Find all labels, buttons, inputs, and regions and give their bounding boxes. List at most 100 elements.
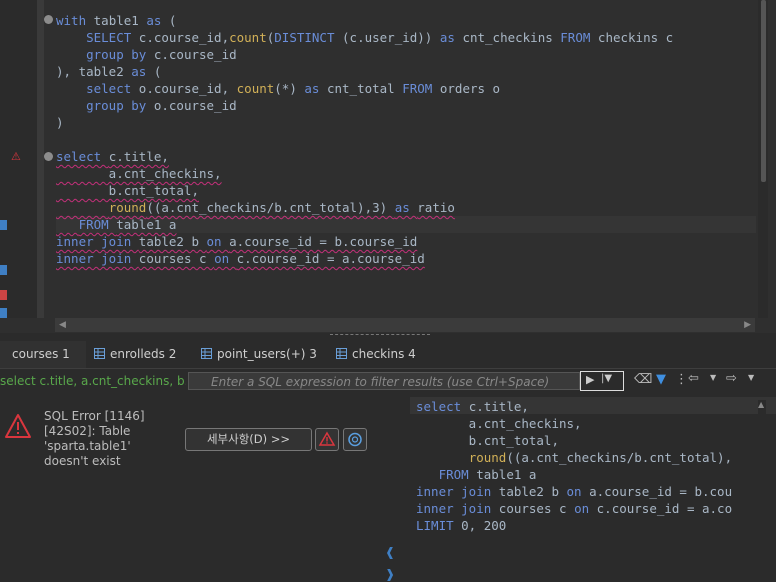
code-token: o.course_id,: [138, 81, 237, 96]
tab-label: point_users(+) 3: [217, 347, 317, 361]
error-icon: [5, 414, 31, 438]
details-button[interactable]: 세부사항(D) >>: [185, 428, 312, 451]
tab-label: checkins 4: [352, 347, 416, 361]
code-token: count: [229, 30, 267, 45]
sql-editor[interactable]: ⚠ with table1 as ( SELECT c.course_id,co…: [0, 0, 776, 333]
code-token: on: [206, 234, 230, 249]
error-panel: SQL Error [1146] [42S02]: Table 'sparta.…: [0, 395, 385, 582]
side-toolbar-icon[interactable]: [0, 220, 7, 230]
code-token: ((a.cnt_checkins/b.cnt_total),: [506, 450, 733, 465]
table-icon: [94, 348, 105, 359]
forward-icon[interactable]: ⇨: [726, 371, 737, 386]
code-token: courses c: [138, 251, 215, 266]
editor-line: select o.course_id, count(*) as cnt_tota…: [56, 80, 673, 97]
code-token: ((a.cnt_checkins/b.cnt_total),3): [146, 200, 395, 215]
filter-input[interactable]: Enter a SQL expression to filter results…: [188, 372, 580, 390]
vertical-scrollbar[interactable]: ▲: [758, 400, 766, 580]
code-token: c.course_id,: [138, 30, 230, 45]
query-text-panel[interactable]: select c.title, a.cnt_checkins, b.cnt_to…: [410, 395, 776, 582]
code-token: checkins c: [597, 30, 674, 45]
scroll-left-icon[interactable]: ◀: [59, 318, 66, 332]
side-toolbar-icon[interactable]: [0, 290, 7, 300]
code-token: cnt_checkins: [462, 30, 561, 45]
table-icon: [336, 348, 347, 359]
code-token: FROM: [560, 30, 598, 45]
table-icon: [201, 348, 212, 359]
code-token: ratio: [417, 200, 455, 215]
code-token: c.course_id = a.co: [596, 501, 733, 516]
code-token: with: [56, 13, 94, 28]
code-token: as: [394, 200, 418, 215]
editor-line: b.cnt_total,: [56, 182, 673, 199]
side-toolbar-icon[interactable]: [0, 265, 7, 275]
code-token: group by: [86, 47, 154, 62]
code-token: as: [146, 13, 169, 28]
editor-line: round((a.cnt_checkins/b.cnt_total),3) as…: [56, 199, 673, 216]
tab-label: enrolleds 2: [110, 347, 177, 361]
editor-line: ), table2 as (: [56, 63, 673, 80]
vertical-scrollbar-thumb[interactable]: [761, 0, 766, 182]
code-token: count: [236, 81, 275, 96]
panel-splitter[interactable]: [330, 334, 430, 341]
horizontal-scrollbar[interactable]: ◀ ▶: [55, 318, 755, 332]
filter-query-text[interactable]: select c.title, a.cnt_checkins, b.c: [0, 372, 186, 391]
result-line: b.cnt_total,: [416, 432, 732, 449]
editor-line: a.cnt_checkins,: [56, 165, 673, 182]
tab-point-users[interactable]: point_users(+) 3: [201, 341, 317, 368]
code-token: FROM: [402, 81, 440, 96]
editor-line: inner join table2 b on a.course_id = b.c…: [56, 233, 673, 250]
code-token: table2 b: [498, 484, 567, 499]
tab-courses[interactable]: courses 1 ✕: [0, 341, 86, 388]
code-token: a.course_id = b.cou: [589, 484, 733, 499]
side-toolbar-icon[interactable]: [0, 308, 7, 318]
code-token: on: [566, 484, 590, 499]
tab-enrolleds[interactable]: enrolleds 2: [94, 341, 176, 368]
code-token: on: [214, 251, 237, 266]
editor-line: inner join courses c on c.course_id = a.…: [56, 250, 673, 267]
forward-menu-icon[interactable]: ▼: [748, 373, 754, 382]
code-token: c.course_id: [153, 47, 237, 62]
editor-code[interactable]: with table1 as ( SELECT c.course_id,coun…: [56, 12, 673, 267]
code-token: LIMIT: [416, 518, 462, 533]
code-token: (c.user_id)): [342, 30, 440, 45]
editor-line: ): [56, 114, 673, 131]
apply-filter-icon[interactable]: ▶: [586, 373, 594, 386]
error-log-button[interactable]: [315, 428, 339, 451]
result-line: FROM table1 a: [416, 466, 732, 483]
code-token: b.cnt_total,: [56, 183, 199, 198]
fold-marker-icon[interactable]: [44, 15, 53, 24]
code-token: DISTINCT: [274, 30, 343, 45]
back-icon[interactable]: ⇦: [688, 371, 699, 386]
tab-checkins[interactable]: checkins 4: [336, 341, 416, 368]
code-token: c.title,: [468, 399, 529, 414]
filter-icon[interactable]: ▼: [656, 372, 666, 387]
expand-icon[interactable]: ❱: [385, 567, 395, 581]
more-icon[interactable]: ⋮: [675, 372, 688, 387]
eraser-icon[interactable]: ⌫: [634, 372, 652, 387]
tab-label: courses 1: [12, 347, 70, 361]
editor-line: SELECT c.course_id,count(DISTINCT (c.use…: [56, 29, 673, 46]
code-token: select: [86, 81, 139, 96]
filter-history-icon[interactable]: |▼: [601, 373, 612, 384]
help-button[interactable]: [343, 428, 367, 451]
back-menu-icon[interactable]: ▼: [710, 373, 716, 382]
code-token: inner join: [416, 501, 499, 516]
code-token: on: [574, 501, 597, 516]
code-token: ), table2: [56, 64, 132, 79]
code-token: c.course_id = a.course_id: [236, 251, 425, 266]
gutter-ruler: [37, 0, 44, 318]
code-token: inner join: [416, 484, 499, 499]
code-token: table1: [93, 13, 147, 28]
code-token: a.cnt_checkins,: [56, 166, 222, 181]
fold-marker-icon[interactable]: [44, 152, 53, 161]
scroll-right-icon[interactable]: ▶: [744, 318, 751, 332]
scroll-up-icon[interactable]: ▲: [758, 400, 764, 409]
code-token: a.cnt_checkins,: [416, 416, 582, 431]
code-token: c.title,: [108, 149, 169, 164]
code-token: courses c: [498, 501, 575, 516]
collapse-icon[interactable]: ❰: [385, 545, 395, 559]
